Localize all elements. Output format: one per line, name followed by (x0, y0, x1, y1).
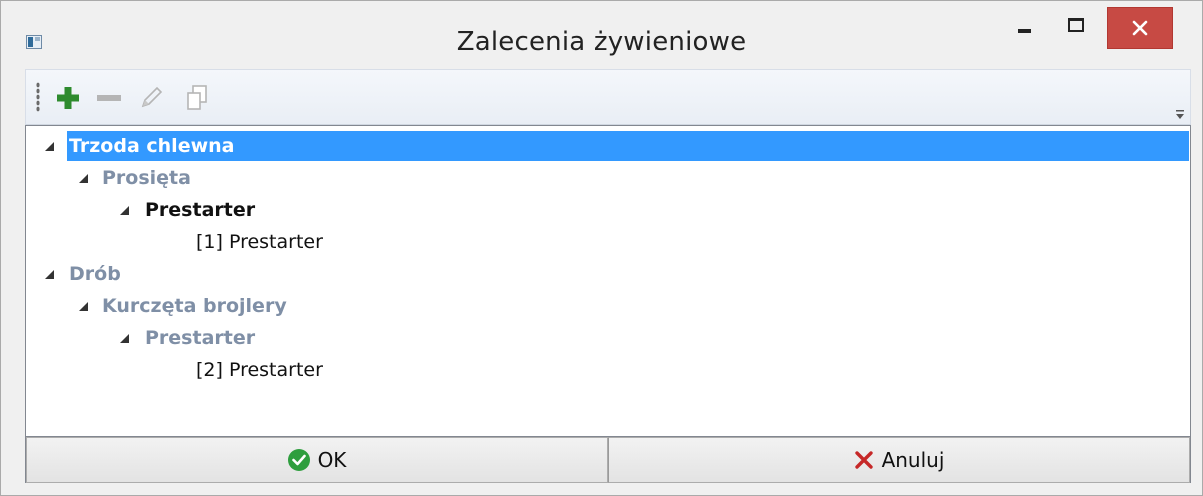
tree-node[interactable]: Trzoda chlewna (26, 131, 1190, 161)
plus-icon (57, 87, 79, 109)
edit-button[interactable] (136, 84, 166, 112)
tree-node-label: Prosięta (102, 167, 191, 189)
dialog-window: Zalecenia żywieniowe Trzoda chlewna Pros… (0, 0, 1203, 496)
tree-node-label: Trzoda chlewna (69, 135, 235, 157)
close-button[interactable] (1107, 7, 1173, 49)
tree-node-label: Prestarter (145, 327, 256, 349)
toolbar (25, 69, 1191, 125)
minus-icon (97, 95, 121, 101)
cancel-label: Anuluj (881, 448, 945, 472)
tree-node-label: [2] Prestarter (196, 359, 323, 381)
cancel-button[interactable]: Anuluj (608, 437, 1190, 483)
pencil-icon (141, 86, 163, 108)
copy-icon (187, 85, 207, 110)
tree-node-label: [1] Prestarter (196, 231, 323, 253)
tree-node-leaf[interactable]: [2] Prestarter (26, 355, 1190, 385)
expander-icon[interactable] (120, 334, 129, 343)
expander-icon[interactable] (45, 142, 54, 151)
title-bar[interactable]: Zalecenia żywieniowe (1, 1, 1202, 69)
close-icon (1132, 20, 1148, 36)
copy-button[interactable] (182, 84, 212, 112)
toolbar-grip[interactable] (36, 82, 40, 112)
dialog-footer: OK Anuluj (25, 437, 1191, 483)
add-button[interactable] (53, 84, 83, 112)
tree-node[interactable]: Prestarter (26, 323, 1190, 353)
x-icon (854, 451, 873, 469)
tree-node[interactable]: Kurczęta brojlery (26, 291, 1190, 321)
tree-node-label: Prestarter (145, 199, 256, 221)
expander-icon[interactable] (120, 206, 129, 215)
check-circle-icon (287, 449, 310, 471)
minimize-icon (1017, 29, 1031, 33)
maximize-button[interactable] (1051, 5, 1101, 45)
expander-icon[interactable] (79, 302, 88, 311)
tree-node-label: Drób (69, 263, 121, 285)
tree-node[interactable]: Drób (26, 259, 1190, 289)
toolbar-overflow-icon[interactable] (1176, 110, 1184, 120)
minimize-button[interactable] (999, 5, 1049, 45)
tree-node-label: Kurczęta brojlery (102, 295, 287, 317)
expander-icon[interactable] (45, 270, 54, 279)
tree-node-leaf[interactable]: [1] Prestarter (26, 227, 1190, 257)
tree-node[interactable]: Prosięta (26, 163, 1190, 193)
tree-view[interactable]: Trzoda chlewna Prosięta Prestarter [1] P… (25, 125, 1191, 437)
remove-button[interactable] (94, 84, 124, 112)
selection-highlight (67, 131, 1189, 161)
ok-button[interactable]: OK (26, 437, 608, 483)
expander-icon[interactable] (79, 174, 88, 183)
tree-node[interactable]: Prestarter (26, 195, 1190, 225)
maximize-icon (1068, 18, 1084, 32)
ok-label: OK (317, 448, 347, 472)
